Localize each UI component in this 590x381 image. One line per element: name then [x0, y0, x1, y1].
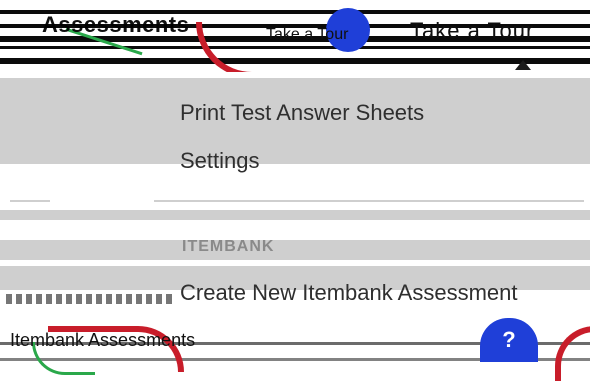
menu-item-create-new-itembank-assessment[interactable]: Create New Itembank Assessment [180, 280, 517, 306]
dropdown-menu: Print Test Answer Sheets Settings ITEMBA… [0, 72, 590, 332]
page-title: Assessments [42, 12, 190, 37]
header-stripe [0, 46, 590, 49]
header-right-text[interactable]: Take a Tour [410, 18, 534, 44]
caret-up-icon [515, 60, 531, 70]
top-header: Assessments Take a Tour Take a Tour [0, 0, 590, 72]
menu-band [0, 240, 590, 260]
header-stripe [0, 58, 590, 64]
menu-item-print-test-answer-sheets[interactable]: Print Test Answer Sheets [180, 100, 424, 126]
footer-text: Itembank Assessments [10, 330, 196, 350]
help-button[interactable]: ? [480, 318, 538, 362]
section-label-itembank: ITEMBANK [182, 238, 275, 255]
background-text-artifact [6, 294, 176, 304]
decorative-arc [555, 326, 590, 381]
decorative-swoosh [196, 22, 272, 72]
help-icon: ? [502, 327, 516, 352]
take-tour-link[interactable]: Take a Tour [266, 26, 348, 44]
bottom-bar: Itembank Assessments ? [0, 318, 590, 381]
menu-divider [154, 200, 584, 202]
menu-divider [10, 200, 50, 202]
menu-item-settings[interactable]: Settings [180, 148, 260, 174]
menu-band [0, 210, 590, 220]
